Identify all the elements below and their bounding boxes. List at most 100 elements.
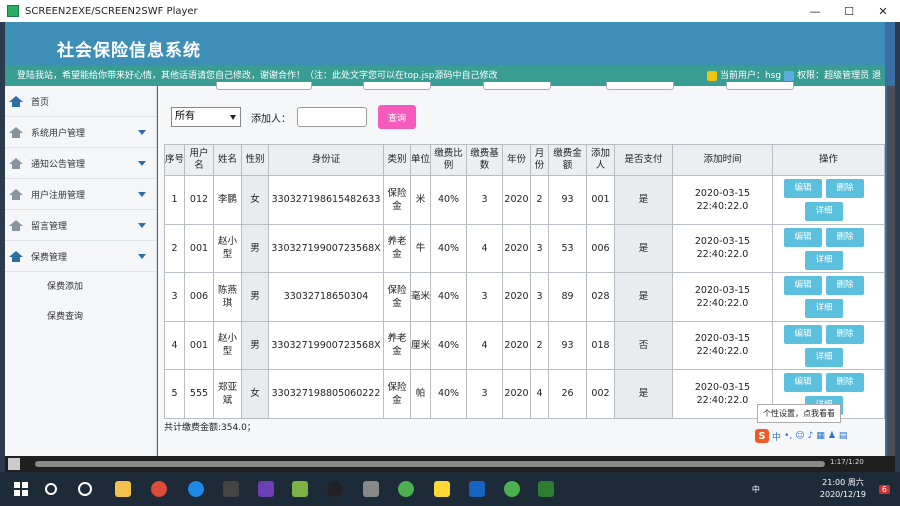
cell-type: 保险金 <box>383 175 411 225</box>
column-header: 添加人 <box>586 144 615 176</box>
clock-time: 21:00 周六 <box>822 478 864 487</box>
sidebar-subitem-premium-query[interactable]: 保费查询 <box>5 302 156 332</box>
home-icon <box>9 250 23 262</box>
cell-actions: 编辑删除详细 <box>772 175 885 225</box>
sidebar-item-messages[interactable]: 留言管理 <box>5 210 156 241</box>
sidebar-item-label: 留言管理 <box>31 221 68 232</box>
column-header: 缴费金额 <box>548 144 587 176</box>
cell-year: 2020 <box>502 320 531 370</box>
minimize-button[interactable]: — <box>798 0 832 22</box>
screen-player-icon[interactable] <box>538 481 554 497</box>
cell-no: 5 <box>164 369 185 419</box>
cell-user: 001 <box>184 320 214 370</box>
delete-button[interactable]: 删除 <box>826 179 864 198</box>
cell-id: 33032718650304 <box>268 272 384 322</box>
sidebar-item-notices[interactable]: 通知公告管理 <box>5 148 156 179</box>
detail-button[interactable]: 详细 <box>805 202 843 221</box>
edge-icon[interactable] <box>188 481 204 497</box>
edit-button[interactable]: 编辑 <box>784 276 822 295</box>
edit-button[interactable]: 编辑 <box>784 324 822 344</box>
clock-date: 2020/12/19 <box>819 490 866 499</box>
tools-icon[interactable]: ▤ <box>839 431 848 441</box>
sidebar-item-registration[interactable]: 用户注册管理 <box>5 179 156 210</box>
cell-name: 李鹏 <box>213 175 242 225</box>
edit-button[interactable]: 编辑 <box>784 373 822 392</box>
seek-bar[interactable] <box>35 461 825 467</box>
app-icon[interactable] <box>258 481 274 497</box>
qq-icon[interactable] <box>327 481 343 497</box>
windows-start-icon[interactable] <box>14 482 28 496</box>
delete-button[interactable]: 删除 <box>826 276 864 295</box>
punctuation-icon[interactable]: •, <box>784 431 792 441</box>
cell-user: 012 <box>184 175 214 225</box>
column-header: 年份 <box>502 144 531 176</box>
delete-button[interactable]: 删除 <box>826 373 864 392</box>
query-button[interactable]: 查询 <box>378 105 416 129</box>
tools-icon[interactable] <box>363 481 379 497</box>
cell-ratio: 40% <box>430 320 467 370</box>
file-explorer-icon[interactable] <box>115 481 131 497</box>
detail-button[interactable]: 详细 <box>805 299 843 318</box>
pause-icon[interactable] <box>8 458 20 470</box>
app-icon[interactable] <box>469 481 485 497</box>
page-scrollbar[interactable] <box>887 86 895 456</box>
sidebar-item-premium[interactable]: 保费管理 <box>5 241 156 272</box>
wechat-icon[interactable] <box>504 481 520 497</box>
filter-bar: 所有 添加人： 查询 <box>171 105 416 129</box>
clock[interactable]: 21:00 周六 2020/12/19 <box>820 477 866 501</box>
cell-ratio: 40% <box>430 369 467 419</box>
cell-base: 3 <box>466 175 503 225</box>
close-button[interactable]: ✕ <box>866 0 900 22</box>
ime-mode[interactable]: 中 <box>772 430 781 443</box>
app-icon[interactable] <box>292 481 308 497</box>
skin-icon[interactable]: ♟ <box>828 431 836 441</box>
cell-month: 4 <box>530 369 549 419</box>
cell-time: 2020-03-15 22:40:22.0 <box>672 223 773 273</box>
status-select[interactable]: 所有 <box>171 107 241 127</box>
task-view-icon[interactable] <box>78 482 92 496</box>
cell-actions: 编辑删除详细 <box>772 320 885 370</box>
column-header: 缴费基数 <box>466 144 503 176</box>
app-icon[interactable] <box>398 481 414 497</box>
cell-paid: 是 <box>614 175 673 225</box>
tray-lang[interactable]: 中 <box>752 484 760 495</box>
system-tray: 中 21:00 周六 2020/12/19 6 <box>752 472 900 506</box>
player-time: 1:17/1:20 <box>830 458 864 466</box>
player-controls: 1:17/1:20 <box>5 456 895 472</box>
column-header: 用户名 <box>184 144 214 176</box>
sidebar-item-home[interactable]: 首页 <box>5 86 156 117</box>
column-header: 类别 <box>383 144 411 176</box>
detail-button[interactable]: 详细 <box>805 250 843 270</box>
search-icon[interactable] <box>45 483 57 495</box>
cell-amount: 26 <box>548 369 587 419</box>
emoji-icon[interactable]: ☺ <box>795 431 804 441</box>
delete-button[interactable]: 删除 <box>826 324 864 344</box>
sidebar-item-system-users[interactable]: 系统用户管理 <box>5 117 156 148</box>
cell-id: 330327198615482633 <box>268 175 384 225</box>
cell-sex: 女 <box>241 369 269 419</box>
cell-user: 555 <box>184 369 214 419</box>
sidebar-subitem-premium-add[interactable]: 保费添加 <box>5 272 156 302</box>
chrome-icon[interactable] <box>151 481 167 497</box>
app-icon <box>7 5 19 17</box>
home-icon <box>9 126 23 138</box>
app-icon[interactable] <box>223 481 239 497</box>
status-select-value: 所有 <box>175 111 195 122</box>
ime-toolbar[interactable]: S 中 •, ☺ ♪ ▦ ♟ ▤ <box>755 428 895 444</box>
user-role[interactable]: 权限：超级管理员 退 <box>797 66 881 86</box>
keyboard-icon[interactable]: ▦ <box>816 431 825 441</box>
edit-button[interactable]: 编辑 <box>784 179 822 198</box>
cell-type: 保险金 <box>383 369 411 419</box>
cell-sex: 男 <box>241 272 269 322</box>
app-icon[interactable] <box>434 481 450 497</box>
delete-button[interactable]: 删除 <box>826 227 864 247</box>
chevron-down-icon <box>138 254 146 259</box>
mic-icon[interactable]: ♪ <box>808 431 814 441</box>
adder-input[interactable] <box>297 107 367 127</box>
detail-button[interactable]: 详细 <box>805 347 843 367</box>
cell-name: 郑亚斌 <box>213 369 242 419</box>
chevron-down-icon <box>138 192 146 197</box>
maximize-button[interactable]: ☐ <box>832 0 866 22</box>
edit-button[interactable]: 编辑 <box>784 227 822 247</box>
notification-badge[interactable]: 6 <box>878 485 890 494</box>
